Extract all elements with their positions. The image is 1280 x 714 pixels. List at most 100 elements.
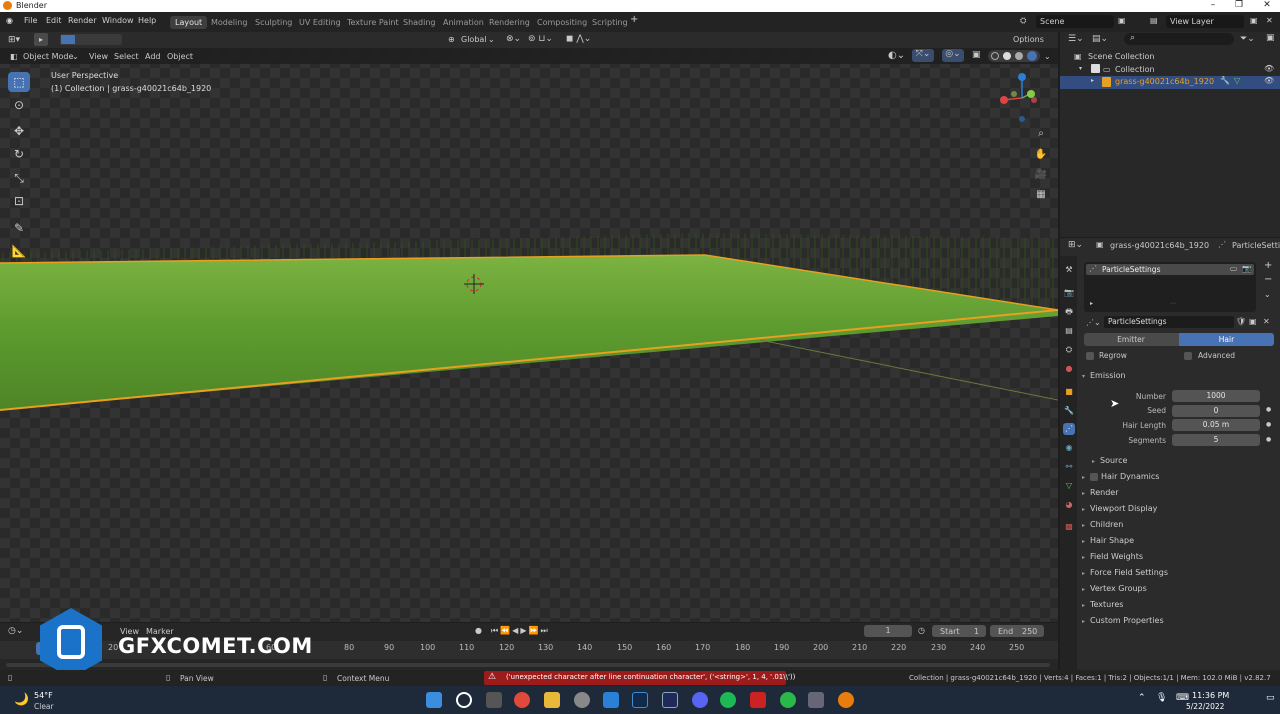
remove-slot-icon[interactable]: − — [1264, 274, 1272, 285]
particle-slot-row[interactable]: ⋰ ParticleSettings ▭ 📷 — [1086, 264, 1254, 275]
minimize-icon[interactable]: – — [1200, 0, 1226, 12]
tab-shading[interactable]: Shading — [398, 16, 441, 29]
textures-panel[interactable]: ▸ Textures — [1082, 600, 1123, 609]
properties-editor-icon[interactable]: ⊞⌄ — [1068, 240, 1083, 250]
display-mode-icon[interactable]: ▤⌄ — [1092, 34, 1108, 44]
task-view-icon[interactable] — [486, 692, 502, 708]
world-tab-icon[interactable]: ● — [1063, 363, 1075, 375]
app-icon[interactable] — [574, 692, 590, 708]
app-green-icon[interactable] — [780, 692, 796, 708]
wireframe-shading-icon[interactable] — [991, 52, 999, 60]
custom-properties-panel[interactable]: ▸ Custom Properties — [1082, 616, 1164, 625]
render-panel[interactable]: ▸ Render — [1082, 488, 1118, 497]
editor-type-icon[interactable]: ⊞▾ — [8, 35, 20, 45]
particle-slot-name[interactable]: ParticleSettings — [1102, 265, 1160, 274]
solid-shading-icon[interactable] — [1003, 52, 1011, 60]
current-frame-field[interactable]: 1 — [864, 625, 912, 637]
gizmo-x-icon[interactable] — [1000, 96, 1008, 104]
scene-tab-icon[interactable]: ⛭ — [1063, 344, 1075, 356]
hair-shape-panel[interactable]: ▸ Hair Shape — [1082, 536, 1134, 545]
shading-modes[interactable] — [988, 50, 1040, 62]
list-expand-icon[interactable]: ▸ — [1090, 300, 1093, 307]
viewport-display-panel[interactable]: ▸ Viewport Display — [1082, 504, 1157, 513]
settings-icon[interactable] — [808, 692, 824, 708]
timeline-editor-icon[interactable]: ◷⌄ — [8, 626, 23, 636]
mode-select[interactable]: Object Mode — [23, 52, 73, 61]
notification-icon[interactable]: ▭ — [1266, 693, 1275, 703]
snap-icon[interactable]: ⊚ ⊔⌄ — [528, 34, 553, 44]
pan-hand-icon[interactable]: ✋ — [1032, 146, 1050, 164]
viewport-menu-object[interactable]: Object — [167, 52, 193, 61]
viewport-menu-add[interactable]: Add — [145, 52, 161, 61]
search-icon[interactable] — [456, 692, 472, 708]
photoshop-icon[interactable] — [632, 692, 648, 708]
particle-settings-name-field[interactable]: ParticleSettings — [1104, 316, 1234, 328]
keyframe-dot-icon[interactable]: ● — [1266, 436, 1271, 443]
list-resize-handle[interactable]: ⋯ — [1170, 300, 1176, 307]
duplicate-icon[interactable]: ▣ — [1249, 317, 1257, 326]
texture-tab-icon[interactable]: ▩ — [1063, 521, 1075, 533]
unlink-icon[interactable]: ✕ — [1263, 317, 1270, 326]
prev-key-icon[interactable]: ⏪ — [500, 626, 512, 635]
object-tab-icon[interactable]: ■ — [1063, 386, 1075, 398]
gizmo-neg-y-icon[interactable] — [1011, 91, 1017, 97]
eye-icon[interactable]: 👁 — [1264, 64, 1274, 73]
advanced-checkbox[interactable] — [1184, 352, 1192, 360]
vegas-icon[interactable] — [662, 692, 678, 708]
outliner-search-input[interactable]: ⌕ — [1124, 33, 1234, 45]
add-workspace-icon[interactable]: + — [630, 14, 638, 25]
tool-measure-icon[interactable]: 📐 — [8, 241, 30, 261]
keyframe-dot-icon[interactable]: ● — [1266, 421, 1271, 428]
options-button[interactable]: Options — [1013, 35, 1044, 44]
discord-icon[interactable] — [692, 692, 708, 708]
jump-end-icon[interactable]: ⏭ — [540, 626, 549, 635]
outliner-selected-row[interactable]: ▸ grass-g40021c64b_1920 🔧 ▽ 👁 — [1060, 76, 1280, 89]
spotify-icon[interactable] — [720, 692, 736, 708]
tab-layout[interactable]: Layout — [170, 16, 208, 29]
jump-start-icon[interactable]: ⏮ — [491, 626, 500, 635]
3d-viewport[interactable]: User Perspective (1) Collection | grass-… — [0, 48, 1058, 622]
pivot-icon[interactable]: ⊗⌄ — [506, 34, 521, 44]
material-shading-icon[interactable] — [1015, 52, 1023, 60]
modifier-tab-icon[interactable]: 🔧 — [1063, 405, 1075, 417]
tab-scripting[interactable]: Scripting — [587, 16, 633, 29]
blender-menu-icon[interactable]: ◉ — [6, 16, 13, 25]
proportional-edit-icon[interactable]: ◼ ⋀⌄ — [566, 34, 591, 44]
tool-select-box-icon[interactable]: ⬚ — [8, 72, 30, 92]
record-icon[interactable]: ● — [475, 626, 482, 635]
type-emitter-button[interactable]: Emitter — [1084, 333, 1178, 346]
start-frame-field[interactable]: Start 1 — [932, 625, 986, 637]
tab-rendering[interactable]: Rendering — [484, 16, 535, 29]
maximize-icon[interactable]: ❐ — [1226, 0, 1252, 12]
tool-rotate-icon[interactable]: ↻ — [8, 144, 30, 164]
eye-icon[interactable]: 👁 — [1264, 76, 1274, 85]
force-field-settings-panel[interactable]: ▸ Force Field Settings — [1082, 568, 1168, 577]
close-icon[interactable]: ✕ — [1254, 0, 1280, 12]
tool-cursor-icon[interactable]: ⊙ — [8, 95, 30, 115]
tool-annotate-icon[interactable]: ✎ — [8, 218, 30, 238]
remove-view-layer-icon[interactable]: ✕ — [1266, 16, 1273, 25]
output-tab-icon[interactable]: 🖶 — [1063, 306, 1075, 318]
segments-field[interactable]: 5 — [1172, 434, 1260, 446]
error-report[interactable]: ⚠ ('unexpected character after line cont… — [484, 671, 795, 685]
gizmo-neg-x-icon[interactable] — [1031, 97, 1037, 103]
chrome-icon[interactable] — [514, 692, 530, 708]
particles-tab-icon[interactable]: ⋰ — [1063, 423, 1075, 435]
zoom-icon[interactable]: ⌕ — [1032, 125, 1050, 143]
hair-length-field[interactable]: 0.05 m — [1172, 419, 1260, 431]
viewport-menu-view[interactable]: View — [89, 52, 108, 61]
emission-panel-header[interactable]: ▾ Emission — [1082, 371, 1126, 380]
windows-start-icon[interactable] — [426, 692, 442, 708]
end-frame-field[interactable]: End 250 — [990, 625, 1044, 637]
physics-tab-icon[interactable]: ◉ — [1063, 442, 1075, 454]
overlay-toggle-icon[interactable]: ◎⌄ — [942, 49, 964, 62]
menu-window[interactable]: Window — [102, 16, 134, 25]
tool-transform-icon[interactable]: ⊡ — [8, 191, 30, 211]
hair-dynamics-panel[interactable]: ▸ Hair Dynamics — [1082, 472, 1159, 481]
gizmo-toggle-icon[interactable]: ⤧⌄ — [912, 49, 934, 62]
todo-icon[interactable] — [603, 692, 619, 708]
outliner-editor-icon[interactable]: ☰⌄ — [1068, 34, 1084, 44]
tab-modeling[interactable]: Modeling — [206, 16, 252, 29]
expand-collection-icon[interactable]: ▾ — [1079, 65, 1082, 72]
vertex-groups-panel[interactable]: ▸ Vertex Groups — [1082, 584, 1147, 593]
